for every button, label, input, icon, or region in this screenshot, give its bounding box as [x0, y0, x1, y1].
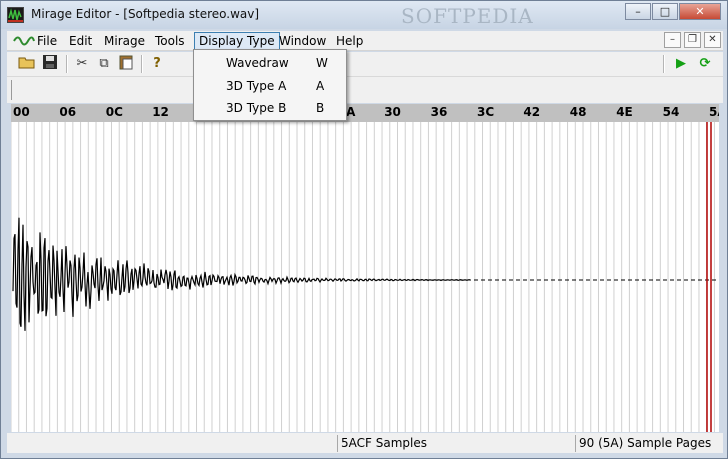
ruler-label: 36	[430, 105, 448, 119]
paste-icon[interactable]	[116, 54, 136, 74]
menu-bar: File Edit Mirage Tools Display Type Wind…	[7, 31, 723, 51]
ruler-label: 06	[59, 105, 77, 119]
toolbar-separator	[66, 55, 68, 73]
menu-mirage[interactable]: Mirage	[100, 32, 149, 50]
waveform-trace	[12, 217, 471, 331]
ruler-label: 48	[569, 105, 587, 119]
app-window: Mirage Editor - [Softpedia stereo.wav] S…	[0, 0, 728, 459]
ruler-label: 12	[152, 105, 169, 119]
child-minimize-button[interactable]: –	[664, 32, 681, 48]
option-shortcut: W	[316, 56, 328, 70]
toolbar: ✂ ⧉ ? ▶ ⟳	[7, 52, 723, 76]
play-icon[interactable]: ▶	[671, 54, 691, 74]
ruler-label: 3C	[477, 105, 495, 119]
softpedia-watermark: SOFTPEDIA	[401, 4, 534, 28]
option-label: Wavedraw	[226, 56, 289, 70]
title-bar[interactable]: Mirage Editor - [Softpedia stereo.wav] S…	[1, 1, 727, 29]
help-icon[interactable]: ?	[147, 54, 167, 74]
menu-window[interactable]: Window	[275, 32, 330, 50]
ruler-label: 00	[13, 105, 30, 119]
ruler-label: 4E	[616, 105, 633, 119]
menu-option-3d-type-a[interactable]: 3D Type A A	[194, 75, 346, 98]
menu-tools[interactable]: Tools	[151, 32, 189, 50]
menu-display-type[interactable]: Display Type	[194, 32, 280, 50]
minimize-button[interactable]: –	[625, 3, 651, 20]
menu-help[interactable]: Help	[332, 32, 367, 50]
toolbar-separator	[141, 55, 143, 73]
option-label: 3D Type A	[226, 78, 287, 93]
status-sample-count: 5ACF Samples	[337, 435, 575, 452]
ruler-label: 0C	[105, 105, 123, 119]
app-logo-icon[interactable]	[7, 7, 24, 23]
copy-icon[interactable]: ⧉	[94, 54, 114, 74]
menu-option-wavedraw[interactable]: Wavedraw W	[194, 52, 346, 75]
waveform-canvas[interactable]	[11, 122, 719, 432]
menu-file[interactable]: File	[33, 32, 61, 50]
display-type-dropdown: Wavedraw W 3D Type A A 3D Type B B	[193, 49, 347, 121]
cut-scissors-icon[interactable]: ✂	[72, 54, 92, 74]
close-button[interactable]: ✕	[679, 3, 721, 20]
ruler-label: 30	[384, 105, 401, 119]
child-restore-button[interactable]: ❐	[684, 32, 701, 48]
toolbar-separator	[663, 55, 665, 73]
status-bar: 5ACF Samples 90 (5A) Sample Pages	[7, 433, 723, 453]
maximize-button[interactable]: □	[652, 3, 678, 20]
menu-edit[interactable]: Edit	[65, 32, 96, 50]
loop-icon[interactable]: ⟳	[695, 54, 715, 74]
status-sample-pages: 90 (5A) Sample Pages	[575, 435, 721, 452]
option-shortcut: A	[316, 78, 325, 93]
toolbar-grip	[11, 80, 13, 100]
sample-page-ruler[interactable]: 00060C12181E242A30363C42484E545A	[11, 104, 719, 122]
save-disk-icon[interactable]	[40, 54, 60, 74]
mirage-wave-icon[interactable]	[13, 33, 35, 49]
waveform-view[interactable]	[11, 122, 719, 432]
open-folder-icon[interactable]	[17, 54, 37, 74]
option-shortcut: B	[316, 101, 325, 115]
secondary-toolbar	[7, 76, 723, 103]
child-close-button[interactable]: ✕	[704, 32, 721, 48]
ruler-label: 42	[523, 105, 541, 119]
ruler-label: 5A	[709, 105, 719, 119]
window-title: Mirage Editor - [Softpedia stereo.wav]	[31, 7, 260, 21]
option-label: 3D Type B	[226, 101, 287, 115]
ruler-label: 54	[662, 105, 680, 119]
menu-option-3d-type-b[interactable]: 3D Type B B	[194, 97, 346, 120]
